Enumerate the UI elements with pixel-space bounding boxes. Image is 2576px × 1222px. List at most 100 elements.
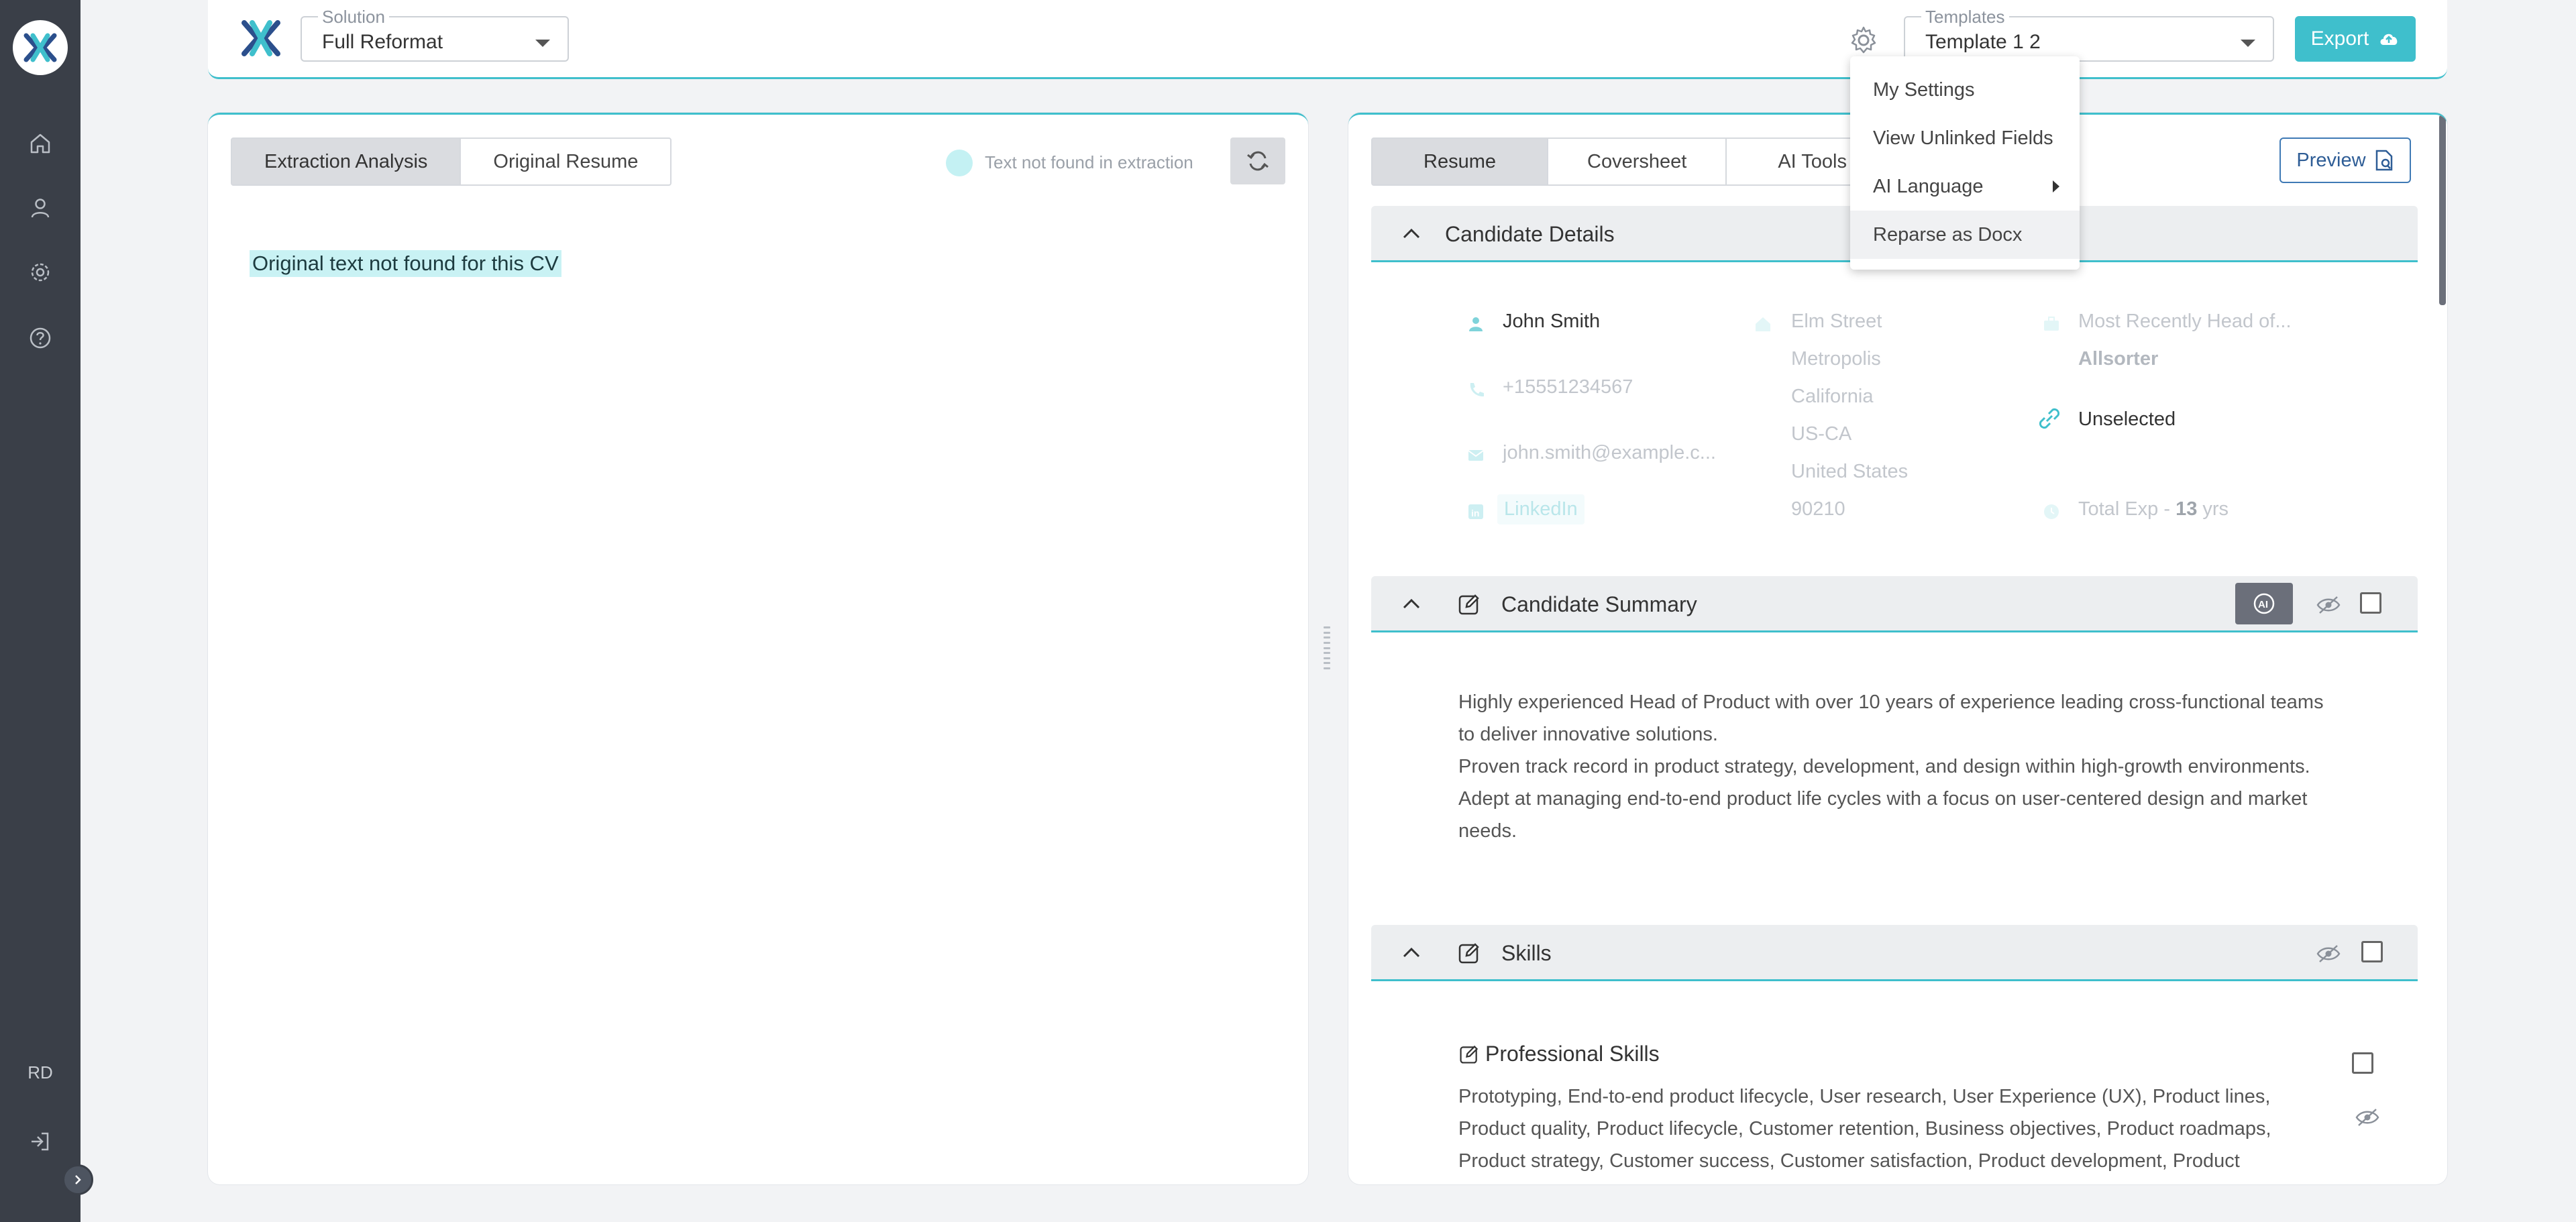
preview-label: Preview bbox=[2296, 149, 2366, 171]
chevron-down-icon bbox=[2241, 40, 2255, 47]
candidate-status[interactable]: Unselected bbox=[2078, 408, 2176, 431]
skills-header[interactable]: Skills bbox=[1371, 925, 2418, 981]
gear-icon[interactable] bbox=[27, 259, 54, 286]
section-title: Candidate Details bbox=[1445, 222, 1615, 246]
address-country[interactable]: United States bbox=[1791, 461, 1908, 483]
menu-item-reparse-as-docx[interactable]: Reparse as Docx bbox=[1850, 211, 2080, 259]
candidate-summary-header[interactable]: Candidate Summary AI bbox=[1371, 576, 2418, 632]
edit-icon[interactable] bbox=[1457, 941, 1481, 965]
address-postcode[interactable]: 90210 bbox=[1791, 498, 1845, 520]
phone-icon bbox=[1470, 383, 1484, 397]
extraction-panel: Extraction Analysis Original Resume Text… bbox=[208, 113, 1308, 1184]
logout-icon[interactable] bbox=[27, 1128, 54, 1155]
tab-coversheet[interactable]: Coversheet bbox=[1548, 139, 1727, 184]
settings-gear-icon[interactable] bbox=[1847, 24, 1880, 56]
address-state[interactable]: California bbox=[1791, 386, 1874, 408]
linkedin-link[interactable]: LinkedIn bbox=[1497, 494, 1585, 524]
templates-label: Templates bbox=[1921, 7, 2009, 27]
section-checkbox[interactable] bbox=[2360, 592, 2381, 614]
subsection-title: Professional Skills bbox=[1485, 1042, 1660, 1066]
svg-text:AI: AI bbox=[2258, 599, 2268, 610]
total-exp-prefix: Total Exp - bbox=[2078, 498, 2176, 520]
tab-original-resume[interactable]: Original Resume bbox=[461, 139, 670, 184]
link-status-icon bbox=[2039, 408, 2060, 429]
section-title: Skills bbox=[1501, 941, 1552, 965]
right-tabs: Resume Coversheet AI Tools bbox=[1371, 137, 1899, 186]
user-initials[interactable]: RD bbox=[0, 1062, 80, 1083]
solution-value: Full Reformat bbox=[322, 31, 443, 53]
refresh-button[interactable] bbox=[1230, 137, 1285, 184]
menu-item-my-settings[interactable]: My Settings bbox=[1850, 66, 2080, 114]
candidate-name[interactable]: John Smith bbox=[1503, 311, 1600, 333]
professional-skills-header: Professional Skills bbox=[1458, 1042, 1660, 1066]
linkedin-icon: in bbox=[1468, 504, 1483, 519]
settings-menu: My Settings View Unlinked Fields AI Lang… bbox=[1850, 56, 2080, 270]
legend-text: Text not found in extraction bbox=[985, 152, 1193, 172]
export-button[interactable]: Export bbox=[2295, 16, 2416, 62]
left-rail: RD bbox=[0, 0, 93, 1222]
preview-button[interactable]: Preview bbox=[2279, 137, 2411, 183]
legend-swatch bbox=[946, 150, 973, 176]
top-bar: Solution Full Reformat Templates Templat… bbox=[208, 0, 2447, 79]
address-city[interactable]: Metropolis bbox=[1791, 348, 1881, 370]
section-title: Candidate Summary bbox=[1501, 592, 1697, 616]
templates-value: Template 1 2 bbox=[1925, 31, 2041, 53]
edit-icon[interactable] bbox=[1457, 592, 1481, 616]
export-label: Export bbox=[2310, 27, 2369, 50]
briefcase-icon bbox=[2044, 317, 2059, 331]
cloud-upload-icon bbox=[2380, 34, 2398, 45]
chevron-right-icon bbox=[2053, 180, 2059, 192]
edit-icon[interactable] bbox=[1458, 1044, 1480, 1065]
menu-item-view-unlinked-fields[interactable]: View Unlinked Fields bbox=[1850, 114, 2080, 162]
not-found-message: Original text not found for this CV bbox=[250, 250, 561, 277]
recent-company[interactable]: Allsorter bbox=[2078, 348, 2158, 370]
app-logo[interactable] bbox=[13, 20, 68, 75]
summary-line: Proven track record in product strategy,… bbox=[1458, 756, 2310, 777]
home-address-icon bbox=[1756, 317, 1770, 331]
ai-rewrite-button[interactable]: AI bbox=[2235, 583, 2293, 624]
brand-logo bbox=[240, 17, 282, 59]
solution-label: Solution bbox=[318, 7, 389, 27]
address-region-code[interactable]: US-CA bbox=[1791, 423, 1851, 445]
recent-role[interactable]: Most Recently Head of... bbox=[2078, 311, 2292, 333]
candidate-email[interactable]: john.smith@example.c... bbox=[1503, 442, 1716, 464]
refresh-icon bbox=[1247, 151, 1269, 171]
help-icon[interactable] bbox=[27, 325, 54, 351]
address-street[interactable]: Elm Street bbox=[1791, 311, 1882, 333]
summary-text[interactable]: Highly experienced Head of Product with … bbox=[1458, 686, 2330, 847]
resume-panel: Resume Coversheet AI Tools Preview Candi… bbox=[1348, 113, 2447, 1184]
home-icon[interactable] bbox=[27, 130, 54, 157]
candidate-phone[interactable]: +15551234567 bbox=[1503, 376, 1633, 398]
chevron-up-icon[interactable] bbox=[1401, 594, 1422, 615]
hide-subsection-icon[interactable] bbox=[2355, 1107, 2380, 1127]
ai-icon: AI bbox=[2253, 593, 2275, 614]
menu-item-ai-language[interactable]: AI Language bbox=[1850, 162, 2080, 211]
total-exp-suffix: yrs bbox=[2197, 498, 2229, 520]
chevron-up-icon[interactable] bbox=[1401, 223, 1422, 245]
chevron-up-icon[interactable] bbox=[1401, 942, 1422, 964]
skills-text[interactable]: Prototyping, End-to-end product lifecycl… bbox=[1458, 1080, 2330, 1177]
tab-resume[interactable]: Resume bbox=[1373, 139, 1548, 184]
summary-line: Adept at managing end-to-end product lif… bbox=[1458, 788, 2308, 842]
panel-splitter-handle[interactable] bbox=[1322, 626, 1332, 669]
document-preview-icon bbox=[2375, 150, 2392, 171]
scrollbar[interactable] bbox=[2439, 115, 2446, 305]
chevron-down-icon bbox=[535, 40, 550, 47]
hide-section-icon[interactable] bbox=[2316, 595, 2341, 615]
solution-select[interactable]: Solution Full Reformat bbox=[301, 7, 569, 62]
total-exp-value: 13 bbox=[2176, 498, 2198, 520]
hide-section-icon[interactable] bbox=[2316, 944, 2341, 964]
section-checkbox[interactable] bbox=[2361, 941, 2383, 962]
svg-text:in: in bbox=[1471, 508, 1479, 518]
subsection-checkbox[interactable] bbox=[2352, 1052, 2373, 1074]
email-icon bbox=[1468, 450, 1484, 461]
user-icon[interactable] bbox=[27, 195, 54, 221]
summary-line: Highly experienced Head of Product with … bbox=[1458, 691, 2324, 745]
templates-select[interactable]: Templates Template 1 2 bbox=[1904, 7, 2274, 62]
left-tabs: Extraction Analysis Original Resume bbox=[231, 137, 672, 186]
menu-item-label: AI Language bbox=[1873, 175, 1984, 197]
expand-sidebar-button[interactable] bbox=[62, 1164, 93, 1195]
total-experience: Total Exp - 13 yrs bbox=[2078, 498, 2229, 520]
clock-icon bbox=[2044, 504, 2059, 519]
tab-extraction-analysis[interactable]: Extraction Analysis bbox=[232, 139, 462, 184]
